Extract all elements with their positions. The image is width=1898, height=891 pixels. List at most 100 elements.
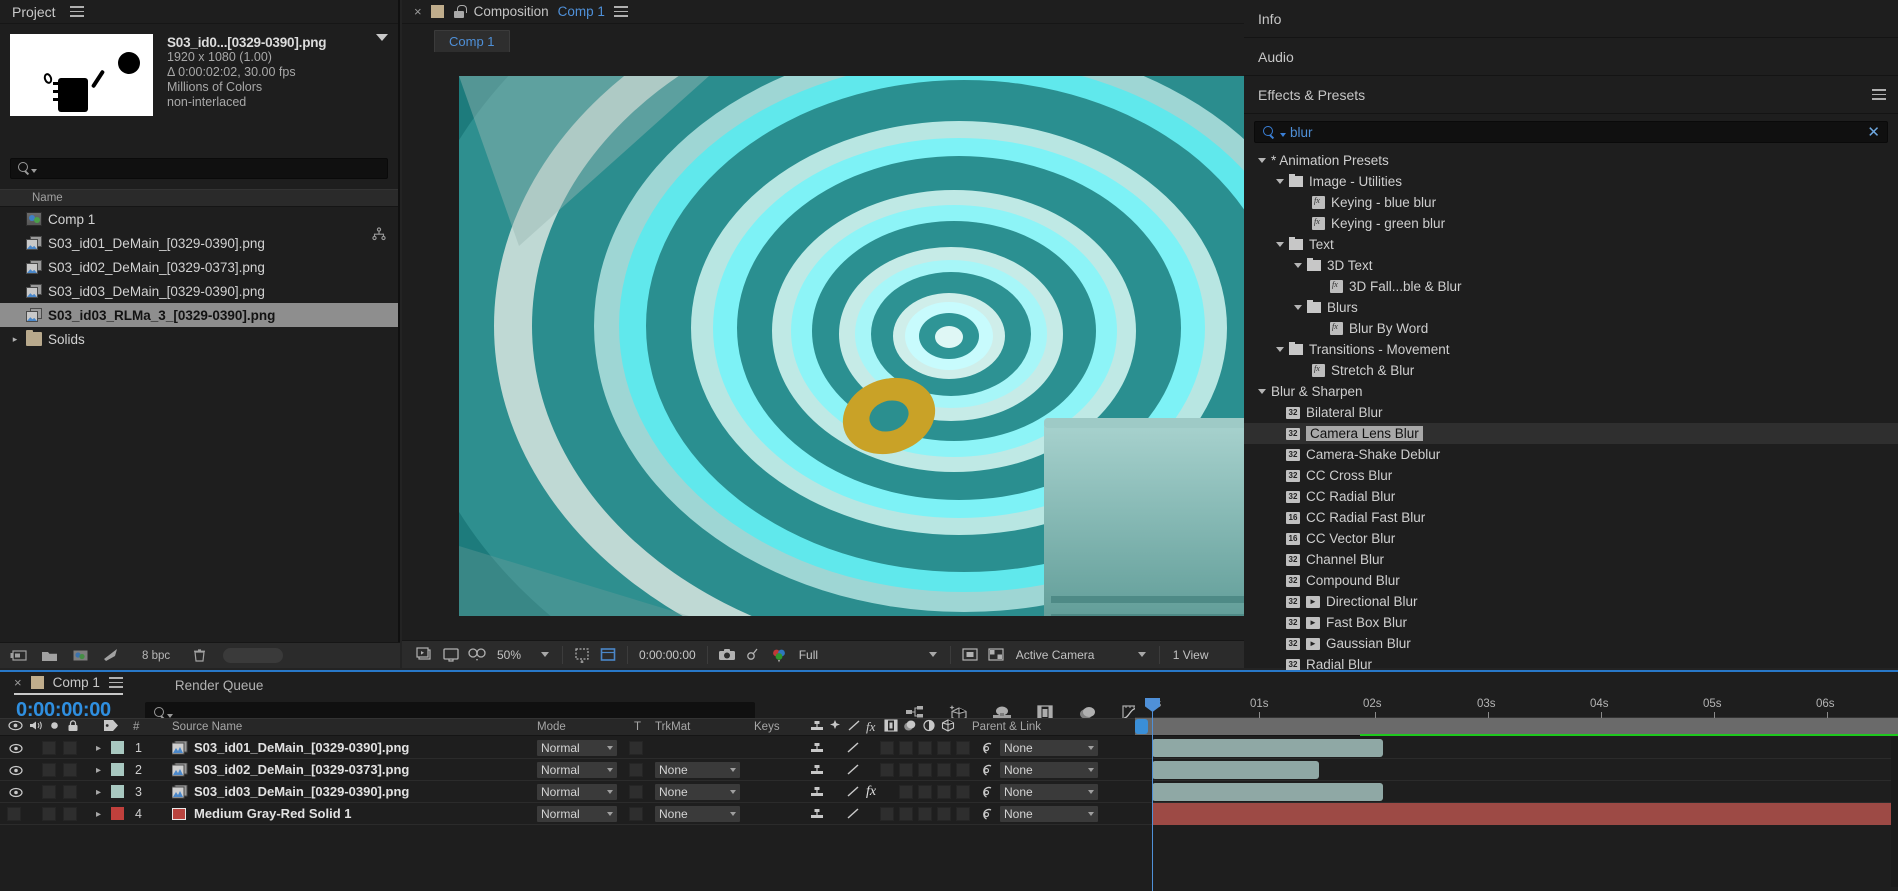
quality-switch-icon[interactable]: [846, 741, 860, 757]
parent-link-dropdown[interactable]: None: [1000, 806, 1098, 822]
grid-guides-icon[interactable]: [572, 646, 592, 664]
interpret-footage-icon[interactable]: [10, 648, 27, 663]
parent-pickwhip-icon[interactable]: [980, 786, 993, 799]
audio-panel-title[interactable]: Audio: [1258, 49, 1294, 65]
camera-view-dropdown[interactable]: Active Camera: [1011, 647, 1151, 663]
effects-presets-title[interactable]: Effects & Presets: [1258, 87, 1365, 103]
fx-preset-3d-fall-ble-blur[interactable]: 3D Fall...ble & Blur: [1244, 276, 1898, 297]
preserve-transparency-cell[interactable]: [629, 807, 643, 821]
channel-rgb-icon[interactable]: [769, 646, 789, 664]
collapse-transformations-icon[interactable]: [810, 807, 824, 823]
fx-folder-blurs[interactable]: Blurs: [1244, 297, 1898, 318]
info-panel-title[interactable]: Info: [1258, 11, 1281, 27]
current-time-indicator-line[interactable]: [1152, 700, 1153, 891]
layer-mode-dropdown[interactable]: Normal: [537, 784, 617, 800]
3d-layer-cell[interactable]: [956, 807, 970, 821]
chevron-right-icon[interactable]: ▸: [10, 334, 20, 345]
new-folder-icon[interactable]: [41, 648, 58, 663]
fx-effect-compound-blur[interactable]: 32 Compound Blur: [1244, 570, 1898, 591]
layer-duration-bar[interactable]: [1152, 739, 1383, 757]
timeline-vertical-scrollbar[interactable]: [1891, 737, 1898, 887]
project-item-s03-id03-demain[interactable]: S03_id03_DeMain_[0329-0390].png: [0, 279, 398, 303]
3d-layer-cell[interactable]: [956, 763, 970, 777]
layer-disclosure-triangle[interactable]: ▸: [96, 743, 101, 754]
fx-preset-keying-blue-blur[interactable]: Keying - blue blur: [1244, 192, 1898, 213]
tab-render-queue[interactable]: Render Queue: [175, 678, 264, 693]
fx-effect-channel-blur[interactable]: 32 Channel Blur: [1244, 549, 1898, 570]
parent-pickwhip-icon[interactable]: [980, 764, 993, 777]
fx-effect-directional-blur[interactable]: 32 ► Directional Blur: [1244, 591, 1898, 612]
magnification-dropdown[interactable]: 50%: [492, 647, 554, 663]
layer-disclosure-triangle[interactable]: ▸: [96, 809, 101, 820]
layer-fx-indicator[interactable]: fx: [866, 784, 876, 800]
preserve-transparency-cell[interactable]: [629, 741, 643, 755]
adjustment-cell[interactable]: [937, 807, 951, 821]
project-search-input[interactable]: [10, 158, 388, 179]
fx-effect-cc-vector-blur[interactable]: 16 CC Vector Blur: [1244, 528, 1898, 549]
parent-pickwhip-icon[interactable]: [980, 808, 993, 821]
project-panel-menu-icon[interactable]: [69, 6, 84, 17]
layer-duration-bar[interactable]: [1152, 783, 1383, 801]
delete-icon[interactable]: [192, 648, 209, 663]
fx-group-animation-presets[interactable]: * Animation Presets: [1244, 150, 1898, 171]
close-icon[interactable]: ×: [14, 675, 22, 690]
chevron-down-icon[interactable]: [1276, 347, 1284, 352]
preview-dropdown-arrow-icon[interactable]: [376, 34, 388, 41]
comp-timecode[interactable]: 0:00:00:00: [634, 648, 701, 662]
fx-effect-cc-cross-blur[interactable]: 32 CC Cross Blur: [1244, 465, 1898, 486]
3d-layer-cell[interactable]: [956, 741, 970, 755]
3d-glasses-icon[interactable]: [467, 646, 487, 664]
chevron-down-icon[interactable]: [1276, 242, 1284, 247]
composition-panel-menu-icon[interactable]: [613, 6, 628, 17]
audio-toggle-cell[interactable]: [42, 785, 56, 799]
trkmat-dropdown[interactable]: None: [655, 784, 740, 800]
main-view-icon[interactable]: [441, 646, 461, 664]
work-area-start-handle[interactable]: [1135, 719, 1148, 734]
timeline-bar-row-3[interactable]: [1135, 781, 1898, 803]
snapshot-camera-icon[interactable]: [717, 646, 737, 664]
video-visibility-toggle[interactable]: [9, 786, 23, 798]
fx-switch-cell[interactable]: [880, 741, 894, 755]
chevron-down-icon[interactable]: [1294, 305, 1302, 310]
trkmat-dropdown[interactable]: None: [655, 762, 740, 778]
layer-label-swatch[interactable]: [111, 807, 124, 820]
fx-group-blur-sharpen[interactable]: Blur & Sharpen: [1244, 381, 1898, 402]
fx-effect-gaussian-blur[interactable]: 32 ► Gaussian Blur: [1244, 633, 1898, 654]
chevron-down-icon[interactable]: [1258, 158, 1266, 163]
fx-preset-blur-by-word[interactable]: Blur By Word: [1244, 318, 1898, 339]
layer-label-swatch[interactable]: [111, 763, 124, 776]
video-visibility-toggle[interactable]: [9, 742, 23, 754]
timeline-bar-row-2[interactable]: [1135, 759, 1898, 781]
project-item-comp-1[interactable]: Comp 1: [0, 207, 398, 231]
lock-icon[interactable]: [453, 5, 467, 18]
layer-label-swatch[interactable]: [111, 785, 124, 798]
video-visibility-toggle[interactable]: [9, 764, 23, 776]
motion-blur-cell[interactable]: [918, 741, 932, 755]
region-of-interest-icon[interactable]: [598, 646, 618, 664]
fx-effect-cc-radial-blur[interactable]: 32 CC Radial Blur: [1244, 486, 1898, 507]
layer-disclosure-triangle[interactable]: ▸: [96, 787, 101, 798]
fx-folder-3d-text[interactable]: 3D Text: [1244, 255, 1898, 276]
fx-effect-cc-radial-fast-blur[interactable]: 16 CC Radial Fast Blur: [1244, 507, 1898, 528]
project-settings-icon[interactable]: [103, 648, 120, 663]
timeline-panel-menu-icon[interactable]: [108, 677, 123, 688]
effects-panel-menu-icon[interactable]: [1872, 89, 1886, 100]
frame-blend-cell[interactable]: [899, 785, 913, 799]
motion-blur-cell[interactable]: [918, 807, 932, 821]
fx-preset-stretch-blur[interactable]: Stretch & Blur: [1244, 360, 1898, 381]
motion-blur-cell[interactable]: [918, 785, 932, 799]
toggle-mask-paths-icon[interactable]: [960, 646, 980, 664]
chevron-down-icon[interactable]: [1294, 263, 1302, 268]
parent-link-dropdown[interactable]: None: [1000, 784, 1098, 800]
collapse-transformations-icon[interactable]: [810, 741, 824, 757]
audio-toggle-cell[interactable]: [42, 807, 56, 821]
time-ruler[interactable]: 0s 01s 02s 03s 04s 05s 06s: [1135, 696, 1898, 718]
solo-toggle-cell[interactable]: [63, 807, 77, 821]
adjustment-cell[interactable]: [937, 763, 951, 777]
project-item-solids-folder[interactable]: ▸ Solids: [0, 327, 398, 351]
bit-depth-label[interactable]: 8 bpc: [134, 650, 178, 662]
project-item-s03-id03-rlma[interactable]: S03_id03_RLMa_3_[0329-0390].png: [0, 303, 398, 327]
fx-folder-text[interactable]: Text: [1244, 234, 1898, 255]
layer-mode-dropdown[interactable]: Normal: [537, 740, 617, 756]
video-toggle-cell[interactable]: [7, 807, 21, 821]
